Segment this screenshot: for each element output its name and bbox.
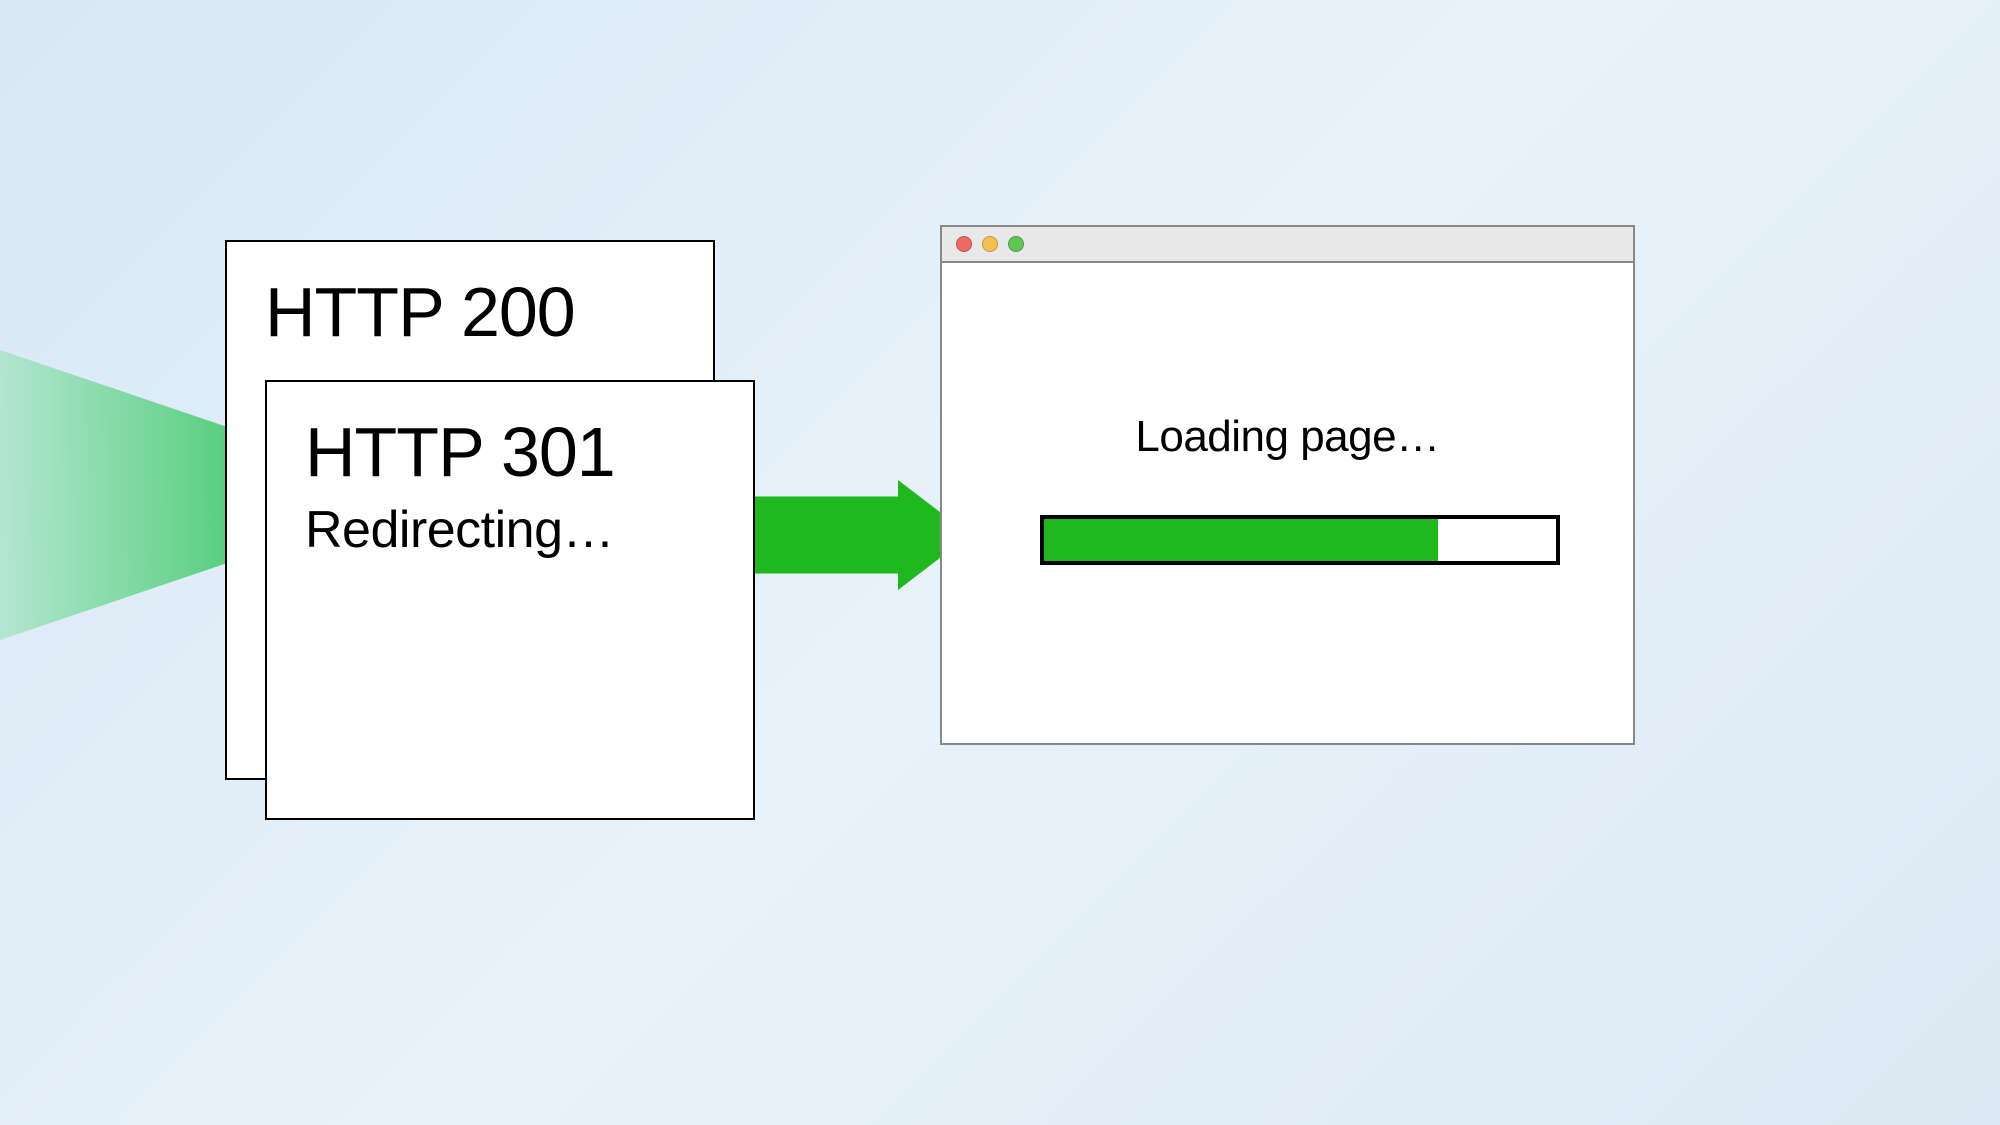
- close-icon[interactable]: [956, 236, 972, 252]
- http-301-title: HTTP 301: [305, 412, 615, 492]
- incoming-beam: [0, 350, 240, 640]
- redirecting-label: Redirecting…: [305, 500, 614, 560]
- browser-titlebar: [942, 227, 1633, 263]
- progress-bar-fill: [1044, 519, 1438, 561]
- minimize-icon[interactable]: [982, 236, 998, 252]
- redirect-arrow-icon: [730, 480, 970, 590]
- browser-window: Loading page…: [940, 225, 1635, 745]
- progress-bar: [1040, 515, 1560, 565]
- maximize-icon[interactable]: [1008, 236, 1024, 252]
- http-200-title: HTTP 200: [265, 272, 575, 352]
- loading-label: Loading page…: [942, 412, 1633, 462]
- http-301-page: HTTP 301 Redirecting…: [265, 380, 755, 820]
